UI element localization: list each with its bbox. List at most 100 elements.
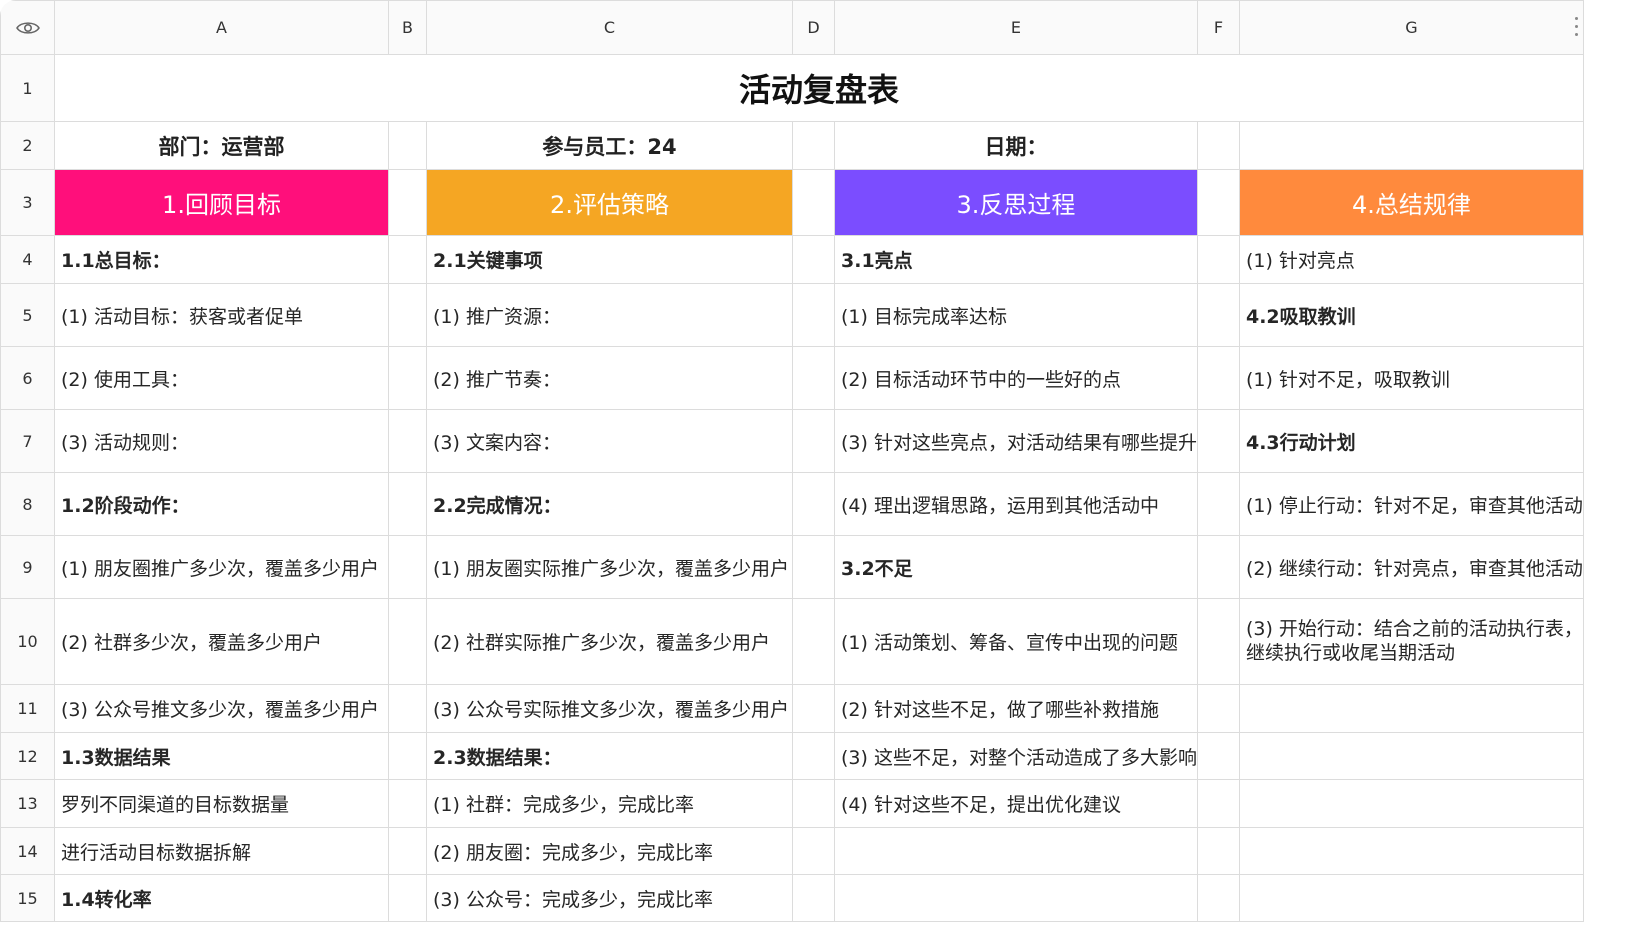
cell[interactable] [388, 346, 427, 410]
row-header[interactable]: 13 [0, 779, 55, 828]
cell-e-14[interactable] [834, 827, 1198, 875]
cell[interactable] [792, 235, 835, 284]
cell-c-4[interactable]: 2.1关键事项 [426, 235, 793, 284]
cell[interactable] [388, 779, 427, 828]
cell-g-4[interactable]: (1) 针对亮点 [1238, 235, 1584, 284]
cell-e-15[interactable] [834, 874, 1198, 922]
cell[interactable] [388, 598, 427, 685]
cell-g-5[interactable]: 4.2吸取教训 [1238, 283, 1584, 347]
cell[interactable] [792, 169, 835, 236]
cell-c-12[interactable]: 2.3数据结果： [426, 732, 793, 780]
cell-g-6[interactable]: (1) 针对不足，吸取教训 [1238, 346, 1584, 410]
cell[interactable] [388, 409, 427, 473]
cell-g-8[interactable]: (1) 停止行动：针对不足，审查其他活动 [1238, 472, 1584, 536]
cell-g-7[interactable]: 4.3行动计划 [1238, 409, 1584, 473]
cell[interactable] [1196, 874, 1240, 922]
cell[interactable] [388, 121, 427, 170]
cell-c-6[interactable]: (2) 推广节奏： [426, 346, 793, 410]
more-options-icon[interactable] [1574, 17, 1579, 39]
cell[interactable] [388, 283, 427, 347]
cell-g-14[interactable] [1238, 827, 1584, 875]
cell[interactable] [792, 598, 835, 685]
cell-a-15[interactable]: 1.4转化率 [54, 874, 389, 922]
section-header-review-goals[interactable]: 1.回顾目标 [54, 169, 389, 236]
cell[interactable] [388, 684, 427, 733]
cell[interactable] [1196, 409, 1240, 473]
cell[interactable] [388, 472, 427, 536]
section-header-evaluate-strategy[interactable]: 2.评估策略 [426, 169, 793, 236]
cell-g-9[interactable]: (2) 继续行动：针对亮点，审查其他活动 [1238, 535, 1584, 599]
column-header-a[interactable]: A [54, 0, 389, 55]
row-header[interactable]: 11 [0, 684, 55, 733]
cell[interactable] [388, 535, 427, 599]
cell[interactable] [792, 283, 835, 347]
cell[interactable] [1196, 732, 1240, 780]
row-header[interactable]: 5 [0, 283, 55, 347]
cell[interactable] [388, 235, 427, 284]
cell[interactable] [1196, 535, 1240, 599]
department-cell[interactable]: 部门：运营部 [54, 121, 389, 170]
cell[interactable] [792, 732, 835, 780]
cell-c-9[interactable]: (1) 朋友圈实际推广多少次，覆盖多少用户 [426, 535, 793, 599]
row-header[interactable]: 9 [0, 535, 55, 599]
cell-c-10[interactable]: (2) 社群实际推广多少次，覆盖多少用户 [426, 598, 793, 685]
cell-e-5[interactable]: (1) 目标完成率达标 [834, 283, 1198, 347]
cell[interactable] [1196, 779, 1240, 828]
cell-a-10[interactable]: (2) 社群多少次，覆盖多少用户 [54, 598, 389, 685]
date-cell[interactable]: 日期： [834, 121, 1198, 170]
column-header-e[interactable]: E [834, 0, 1198, 55]
cell[interactable] [388, 169, 427, 236]
cell[interactable] [792, 346, 835, 410]
cell-c-7[interactable]: (3) 文案内容： [426, 409, 793, 473]
row-header[interactable]: 1 [0, 54, 55, 122]
cell[interactable] [1196, 121, 1240, 170]
cell[interactable] [1238, 121, 1584, 170]
row-header[interactable]: 15 [0, 874, 55, 922]
cell[interactable] [1196, 235, 1240, 284]
cell[interactable] [1196, 283, 1240, 347]
cell-a-12[interactable]: 1.3数据结果 [54, 732, 389, 780]
cell-g-10[interactable]: (3) 开始行动：结合之前的活动执行表，继续执行或收尾当期活动 [1238, 598, 1584, 685]
cell[interactable] [1196, 472, 1240, 536]
cell[interactable] [1196, 169, 1240, 236]
row-header[interactable]: 12 [0, 732, 55, 780]
cell-c-11[interactable]: (3) 公众号实际推文多少次，覆盖多少用户 [426, 684, 793, 733]
cell-c-8[interactable]: 2.2完成情况： [426, 472, 793, 536]
cell-g-11[interactable] [1238, 684, 1584, 733]
cell-e-4[interactable]: 3.1亮点 [834, 235, 1198, 284]
cell[interactable] [792, 472, 835, 536]
cell-a-9[interactable]: (1) 朋友圈推广多少次，覆盖多少用户 [54, 535, 389, 599]
cell[interactable] [1196, 598, 1240, 685]
row-header[interactable]: 7 [0, 409, 55, 473]
cell[interactable] [792, 779, 835, 828]
section-header-reflect-process[interactable]: 3.反思过程 [834, 169, 1198, 236]
column-header-g[interactable]: G [1238, 0, 1584, 55]
cell[interactable] [792, 535, 835, 599]
cell[interactable] [792, 874, 835, 922]
cell-c-5[interactable]: (1) 推广资源： [426, 283, 793, 347]
cell-e-7[interactable]: (3) 针对这些亮点，对活动结果有哪些提升 [834, 409, 1198, 473]
cell-g-12[interactable] [1238, 732, 1584, 780]
cell-c-15[interactable]: (3) 公众号：完成多少，完成比率 [426, 874, 793, 922]
column-header-c[interactable]: C [426, 0, 793, 55]
cell[interactable] [792, 827, 835, 875]
staff-count-cell[interactable]: 参与员工：24 [426, 121, 793, 170]
cell-e-13[interactable]: (4) 针对这些不足，提出优化建议 [834, 779, 1198, 828]
cell-e-11[interactable]: (2) 针对这些不足，做了哪些补救措施 [834, 684, 1198, 733]
cell-g-15[interactable] [1238, 874, 1584, 922]
cell-c-14[interactable]: (2) 朋友圈：完成多少，完成比率 [426, 827, 793, 875]
column-header-b[interactable]: B [388, 0, 427, 55]
row-header[interactable]: 14 [0, 827, 55, 875]
cell-c-13[interactable]: (1) 社群：完成多少，完成比率 [426, 779, 793, 828]
cell-a-13[interactable]: 罗列不同渠道的目标数据量 [54, 779, 389, 828]
cell[interactable] [1196, 346, 1240, 410]
cell-e-10[interactable]: (1) 活动策划、筹备、宣传中出现的问题 [834, 598, 1198, 685]
column-header-f[interactable]: F [1196, 0, 1240, 55]
cell[interactable] [388, 732, 427, 780]
cell[interactable] [792, 684, 835, 733]
cell[interactable] [792, 409, 835, 473]
cell-a-7[interactable]: (3) 活动规则： [54, 409, 389, 473]
row-header[interactable]: 3 [0, 169, 55, 236]
cell-e-6[interactable]: (2) 目标活动环节中的一些好的点 [834, 346, 1198, 410]
cell[interactable] [388, 827, 427, 875]
